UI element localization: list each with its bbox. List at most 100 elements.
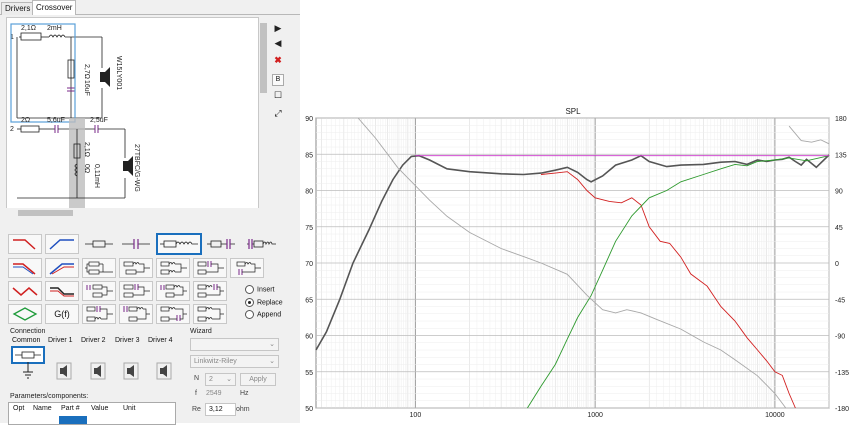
horizontal-scroll-thumb[interactable] — [18, 210, 73, 216]
highpass-filter-tool[interactable] — [45, 234, 79, 254]
chevron-down-icon: ⌄ — [269, 358, 275, 365]
lowpass-2nd-tool[interactable] — [8, 258, 42, 278]
col-opt: Opt — [13, 405, 25, 412]
complex-network-tool-1[interactable] — [82, 304, 116, 324]
chevron-down-icon: ⌄ — [226, 376, 232, 383]
f-label: f — [195, 390, 197, 397]
parallel-network-tool-2[interactable] — [119, 258, 153, 278]
parallel-network-tool-4[interactable] — [193, 258, 227, 278]
parallel-network-tool-1[interactable] — [82, 258, 116, 278]
schematic-horizontal-scrollbar[interactable] — [6, 208, 268, 218]
bandpass-tool[interactable] — [8, 281, 42, 301]
append-radio[interactable]: Append — [245, 310, 281, 319]
branch2-number: 2 — [10, 126, 14, 133]
y-left-tick-label: 55 — [305, 370, 313, 377]
driver1-speaker-icon[interactable] — [100, 72, 105, 82]
spl-chart: 90 85 80 75 70 65 60 55 50 180 135 90 45 0 -45 -90 -135 -… — [300, 0, 854, 423]
wizard-filter-select[interactable]: ⌄ — [190, 338, 279, 351]
chart-title: SPL — [565, 107, 581, 116]
resistor-r1-b2[interactable] — [20, 125, 40, 133]
schematic-vertical-scrollbar[interactable] — [259, 17, 268, 207]
insert-radio[interactable]: Insert — [245, 285, 275, 294]
replace-radio[interactable]: Replace — [245, 298, 283, 307]
tab-crossover[interactable]: Crossover — [32, 0, 77, 15]
y-left-tick-label: 50 — [305, 406, 313, 413]
y-left-tick-label: 60 — [305, 334, 313, 341]
lowpass-filter-tool[interactable] — [8, 234, 42, 254]
driver2-icon[interactable] — [90, 362, 106, 380]
y-left-tick-label: 80 — [305, 189, 313, 196]
inductor-l1[interactable] — [48, 34, 66, 38]
y-right-tick-label: 180 — [835, 116, 847, 123]
move-right-button[interactable]: ▶ — [272, 22, 284, 34]
connection-group-title: Connection — [10, 328, 46, 335]
delete-button[interactable]: ✖ — [272, 54, 284, 66]
conn-header-driver4: Driver 4 — [148, 337, 173, 344]
transfer-function-tool[interactable]: G(f) — [45, 304, 79, 324]
component-toolbar: G(f) — [8, 233, 284, 324]
re-input[interactable]: 3,12 — [205, 403, 236, 416]
tab-bar: Drivers Crossover — [0, 0, 300, 15]
resistor-capacitor-tool[interactable] — [204, 234, 238, 254]
driver1-label: W15LY001 — [115, 56, 122, 90]
ladder-network-tool-4[interactable] — [193, 281, 227, 301]
complex-network-tool-4[interactable] — [193, 304, 227, 324]
b-button[interactable]: B — [272, 74, 284, 86]
fit-view-button[interactable]: ⤢ — [272, 107, 284, 119]
frequency-unit: Hz — [240, 390, 249, 397]
y-right-tick-label: 0 — [835, 261, 839, 268]
allpass-tool[interactable] — [8, 304, 42, 324]
conn-header-common: Common — [12, 337, 41, 344]
driver3-icon[interactable] — [123, 362, 139, 380]
parameters-title: Parameters/components: — [10, 393, 89, 400]
n-label: N — [194, 375, 200, 382]
insert-radio-dot[interactable] — [245, 285, 254, 294]
ladder-network-tool-2[interactable] — [119, 281, 153, 301]
driver2-speaker-icon[interactable] — [123, 161, 128, 171]
b2-r3-label: 0Ω — [83, 164, 90, 173]
parallel-network-tool-3[interactable] — [156, 258, 190, 278]
parameters-table[interactable]: Opt Name Part # Value Unit — [8, 402, 176, 425]
chevron-down-icon: ⌄ — [269, 341, 275, 348]
driver4-icon[interactable] — [156, 362, 172, 380]
b2-r2-label: 2,1Ω — [83, 142, 90, 157]
frequency-value[interactable]: 2549 — [206, 390, 222, 397]
highpass-2nd-tool[interactable] — [45, 258, 79, 278]
parallel-network-tool-5[interactable] — [230, 258, 264, 278]
y-left-tick-label: 90 — [305, 116, 313, 123]
re-unit: ohm — [236, 406, 250, 413]
toggle-checkbox[interactable]: ☐ — [272, 89, 284, 101]
b2-r1-label: 2Ω — [21, 117, 30, 124]
col-part: Part # — [61, 405, 80, 412]
c1-label: 16uF — [83, 80, 90, 96]
resistor-r1[interactable] — [20, 32, 42, 41]
y-right-tick-label: -45 — [835, 297, 845, 304]
ladder-network-tool-1[interactable] — [82, 281, 116, 301]
r1-label: 2,1Ω — [21, 25, 36, 32]
replace-radio-dot[interactable] — [245, 298, 254, 307]
y-right-tick-label: 135 — [835, 152, 847, 159]
wizard-group-title: Wizard — [190, 328, 212, 335]
wizard-alignment-select[interactable]: Linkwitz-Riley ⌄ — [190, 355, 279, 368]
complex-network-tool-3[interactable] — [156, 304, 190, 324]
ladder-network-tool-3[interactable] — [156, 281, 190, 301]
conn-header-driver3: Driver 3 — [115, 337, 140, 344]
apply-button[interactable]: Apply — [240, 373, 276, 386]
driver1-icon[interactable] — [56, 362, 72, 380]
complex-network-tool-2[interactable] — [119, 304, 153, 324]
move-left-button[interactable]: ◀ — [272, 37, 284, 49]
tab-drivers[interactable]: Drivers — [1, 2, 35, 15]
crossover-schematic[interactable]: 1 2,1Ω 2mH 2,7Ω 16uF W15LY001 2 2Ω 5,6uF — [6, 17, 259, 209]
rlc-series-tool[interactable] — [244, 234, 278, 254]
b2-c1-label: 5,6uF — [47, 117, 65, 124]
append-radio-dot[interactable] — [245, 310, 254, 319]
notch-tool[interactable] — [45, 281, 79, 301]
conn-header-driver1: Driver 1 — [48, 337, 73, 344]
resistor-inductor-tool[interactable] — [156, 233, 202, 255]
resistor-tool[interactable] — [82, 234, 116, 254]
vertical-scroll-thumb[interactable] — [260, 23, 267, 93]
y-left-tick-label: 70 — [305, 261, 313, 268]
capacitor-tool[interactable] — [119, 234, 153, 254]
order-select[interactable]: 2 ⌄ — [205, 373, 236, 386]
x-tick-label: 1000 — [587, 412, 603, 419]
